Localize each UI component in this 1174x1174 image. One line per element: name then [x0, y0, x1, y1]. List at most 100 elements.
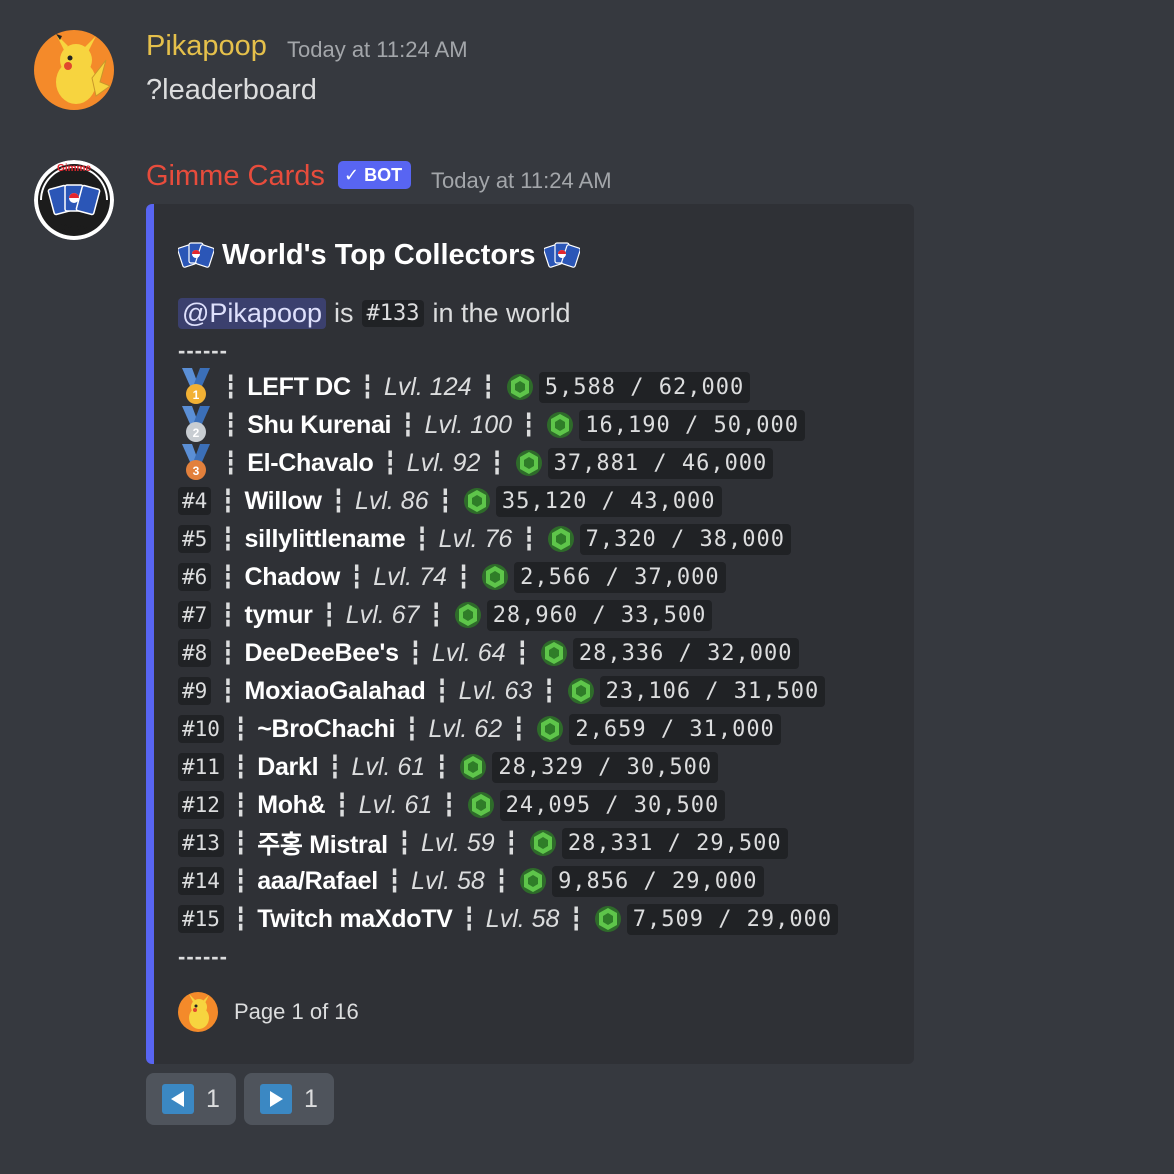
separator: ┇ — [233, 716, 248, 741]
footer-page-text: Page 1 of 16 — [234, 999, 359, 1024]
embed-footer: Page 1 of 16 — [178, 992, 359, 1032]
separator: ┇ — [322, 602, 336, 627]
rank-code: #4 — [178, 487, 212, 515]
collector-name: El-Chavalo — [247, 448, 374, 477]
green-gem-icon — [547, 412, 574, 438]
collector-progress: 23,106 / 31,500 — [599, 675, 826, 707]
separator: ┇ — [387, 868, 402, 893]
rank-code: #9 — [178, 677, 212, 705]
medal-number: 1 — [193, 388, 200, 402]
pokemon-cards-icon — [178, 242, 214, 268]
separator: ┇ — [224, 374, 238, 399]
leaderboard-row: #4 ┇ Willow ┇ Lvl. 86 ┇ 35,120 / 43,000 — [178, 482, 722, 520]
separator: ┇ — [233, 792, 248, 817]
separator: ┇ — [360, 374, 374, 399]
leaderboard-row: #8 ┇ DeeDeeBee's ┇ Lvl. 64 ┇ 28,336 / 32,000 — [178, 634, 799, 672]
collector-level: Lvl. 58 — [485, 904, 560, 933]
leaderboard-row: #6 ┇ Chadow ┇ Lvl. 74 ┇ 2,566 / 37,000 — [178, 558, 726, 596]
separator: ┇ — [233, 830, 248, 855]
green-gem-icon — [467, 792, 494, 818]
bot-label: BOT — [364, 164, 403, 185]
collector-name: Twitch maXdoTV — [257, 904, 453, 933]
gold-medal-icon: 1 — [182, 368, 210, 404]
separator: ┇ — [438, 488, 452, 513]
collector-name: Shu Kurenai — [247, 410, 392, 439]
collector-level: Lvl. 58 — [411, 866, 485, 895]
separator: ┇ — [224, 450, 238, 475]
collector-name: Moh& — [257, 790, 326, 819]
separator: ┇ — [331, 488, 345, 513]
separator: ┇ — [233, 906, 248, 931]
rank-code: #13 — [178, 829, 224, 857]
collector-progress: 24,095 / 30,500 — [499, 789, 726, 821]
separator: ┇ — [397, 830, 411, 855]
collector-name: Chadow — [244, 562, 341, 591]
green-gem-icon — [594, 906, 621, 932]
collector-level: Lvl. 62 — [428, 714, 503, 743]
collector-name: Willow — [244, 486, 322, 515]
separator: ┇ — [462, 906, 476, 931]
collector-name: tymur — [244, 600, 313, 629]
leaderboard-row: 3 ┇ El-Chavalo ┇ Lvl. 92 ┇ 37,881 / 46,000 — [178, 444, 774, 482]
gimme-cards-avatar[interactable]: Gimme Cards — [34, 160, 114, 240]
separator: ┇ — [408, 640, 422, 665]
separator: ┇ — [515, 640, 529, 665]
leaderboard-embed: World's Top Collectors @Pikapoop is #133… — [146, 204, 914, 1064]
collector-level: Lvl. 124 — [383, 372, 472, 401]
embed-title-text: World's Top Collectors — [222, 238, 536, 271]
user-mention[interactable]: @Pikapoop — [178, 298, 326, 329]
right-arrow-icon — [260, 1084, 293, 1114]
collector-level: Lvl. 61 — [358, 790, 433, 819]
separator: ┇ — [481, 374, 495, 399]
left-arrow-icon — [162, 1084, 195, 1114]
collector-progress: 28,336 / 32,000 — [572, 637, 799, 669]
separator: ┇ — [542, 678, 556, 703]
separator: ┇ — [401, 412, 415, 437]
collector-level: Lvl. 74 — [373, 562, 447, 591]
world-text: in the world — [432, 298, 571, 328]
embed-title: World's Top Collectors — [178, 238, 580, 272]
separator: ┇ — [221, 678, 235, 703]
message-author-username[interactable]: Gimme Cards — [146, 160, 325, 193]
separator: ┇ — [435, 678, 449, 703]
rank-code: #5 — [178, 525, 212, 553]
bot-badge: ✓ BOT — [338, 161, 412, 189]
rank-code: #7 — [178, 601, 212, 629]
separator: ┇ — [494, 868, 509, 893]
collector-name: aaa/Rafael — [257, 866, 378, 895]
rank-code: #8 — [178, 639, 212, 667]
verified-check-icon: ✓ — [344, 164, 360, 185]
collector-progress: 2,566 / 37,000 — [514, 561, 726, 593]
next-page-button[interactable]: 1 — [244, 1073, 334, 1125]
pikapoop-avatar[interactable] — [34, 30, 114, 110]
silver-medal-icon: 2 — [182, 406, 210, 442]
separator: ┇ — [335, 792, 349, 817]
message-timestamp: Today at 11:24 AM — [431, 168, 612, 193]
prev-page-button[interactable]: 1 — [146, 1073, 236, 1125]
collector-progress: 37,881 / 46,000 — [547, 447, 774, 479]
embed-accent-bar — [146, 204, 154, 1064]
green-gem-icon — [540, 640, 567, 666]
collector-progress: 2,659 / 31,000 — [569, 713, 781, 745]
message-timestamp: Today at 11:24 AM — [287, 37, 468, 62]
green-gem-icon — [567, 678, 594, 704]
separator: ┇ — [221, 640, 235, 665]
separator: ┇ — [435, 754, 449, 779]
leaderboard-row: #5 ┇ sillylittlename ┇ Lvl. 76 ┇ 7,320 / 38,0… — [178, 520, 792, 558]
rank-code: #14 — [178, 867, 224, 895]
separator: ┇ — [415, 526, 429, 551]
separator: ┇ — [405, 716, 419, 741]
bronze-medal-icon: 3 — [182, 444, 210, 480]
collector-name: ~BroChachi — [257, 714, 396, 743]
leaderboard-row: #12 ┇ Moh& ┇ Lvl. 61 ┇ 24,095 / 30,500 — [178, 786, 726, 824]
leaderboard-row: #14 ┇ aaa/Rafael ┇ Lvl. 58 ┇ 9,856 / 29,000 — [178, 862, 764, 900]
rank-code: #15 — [178, 905, 224, 933]
green-gem-icon — [460, 754, 487, 780]
leaderboard-row: #9 ┇ MoxiaoGalahad ┇ Lvl. 63 ┇ 23,106 / 31,50… — [178, 672, 826, 710]
separator: ┇ — [221, 488, 235, 513]
medal-number: 2 — [193, 426, 200, 440]
leaderboard-row: #13 ┇ 주홍 Mistral ┇ Lvl. 59 ┇ 28,331 / 29,500 — [178, 824, 788, 862]
collector-progress: 7,509 / 29,000 — [626, 903, 839, 935]
message-author-username[interactable]: Pikapoop — [146, 30, 267, 63]
collector-level: Lvl. 92 — [406, 448, 481, 477]
